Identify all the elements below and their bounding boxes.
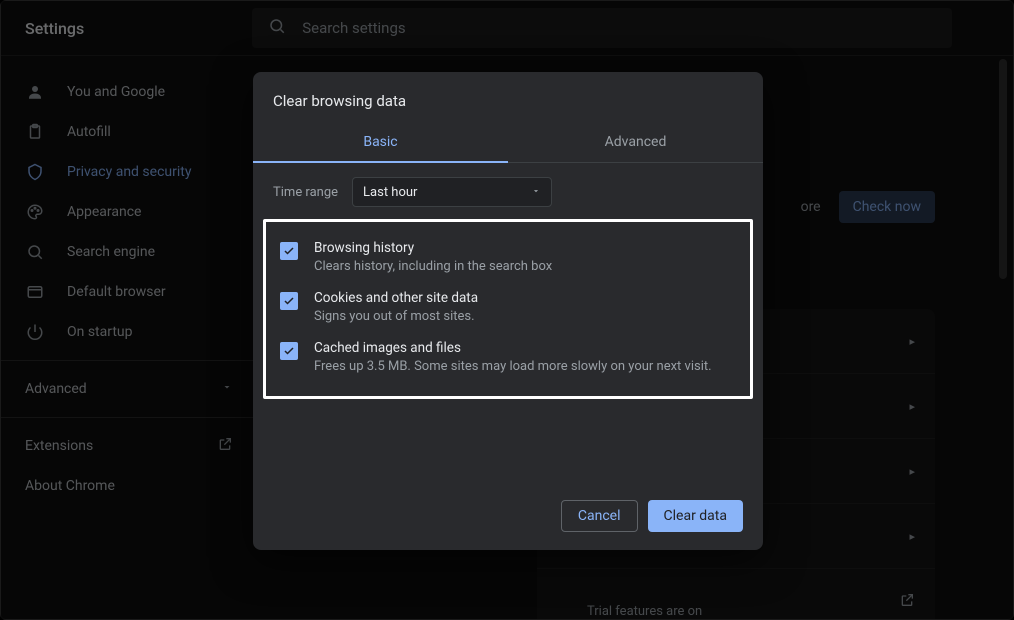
clear-browsing-data-dialog: Clear browsing data Basic Advanced Time … [253,72,763,550]
option-title: Cookies and other site data [314,290,478,306]
dialog-body: Time range Last hour Browsing history Cl… [253,163,763,484]
dialog-title: Clear browsing data [253,72,763,122]
settings-app: Settings You and Google Autofill [0,0,1014,620]
dialog-tabs: Basic Advanced [253,122,763,163]
option-cookies[interactable]: Cookies and other site data Signs you ou… [280,282,736,332]
option-desc: Clears history, including in the search … [314,259,552,274]
dialog-actions: Cancel Clear data [253,484,763,550]
option-cached[interactable]: Cached images and files Frees up 3.5 MB.… [280,332,736,382]
cancel-button[interactable]: Cancel [561,500,638,532]
option-title: Cached images and files [314,340,712,356]
time-range-row: Time range Last hour [273,177,743,207]
time-range-select[interactable]: Last hour [352,177,552,207]
clear-data-button[interactable]: Clear data [648,500,743,532]
option-desc: Frees up 3.5 MB. Some sites may load mor… [314,359,712,374]
option-texts: Browsing history Clears history, includi… [314,240,552,274]
time-range-value: Last hour [363,185,417,200]
checkbox-browsing-history[interactable] [280,242,298,260]
tab-basic[interactable]: Basic [253,122,508,162]
time-range-label: Time range [273,185,338,200]
option-title: Browsing history [314,240,552,256]
option-texts: Cached images and files Frees up 3.5 MB.… [314,340,712,374]
checkbox-cookies[interactable] [280,292,298,310]
tab-advanced[interactable]: Advanced [508,122,763,162]
options-highlight-box: Browsing history Clears history, includi… [263,219,753,399]
option-desc: Signs you out of most sites. [314,309,478,324]
checkbox-cached[interactable] [280,342,298,360]
option-browsing-history[interactable]: Browsing history Clears history, includi… [280,232,736,282]
dropdown-arrow-icon [531,185,541,200]
option-texts: Cookies and other site data Signs you ou… [314,290,478,324]
